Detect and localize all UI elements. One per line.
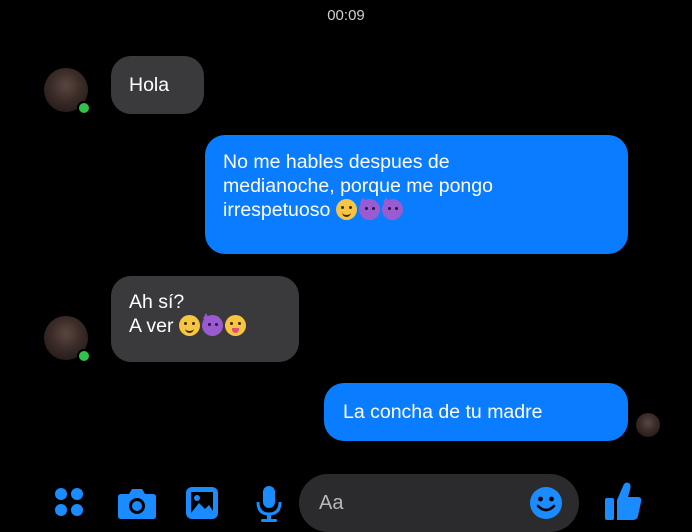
message-bubble-outgoing[interactable]: La concha de tu madre	[324, 383, 628, 441]
smirking-face-icon	[179, 315, 201, 336]
message-text: irrespetuoso	[223, 199, 331, 221]
message-text: La concha de tu madre	[343, 401, 543, 423]
smirking-face-icon	[336, 199, 358, 220]
online-status-dot	[77, 349, 91, 363]
message-text: Hola	[129, 74, 170, 96]
message-input-placeholder: Aa	[319, 492, 344, 514]
microphone-icon[interactable]	[254, 484, 284, 524]
message-bubble-outgoing[interactable]: No me hables despues de medianoche, porq…	[205, 135, 628, 254]
message-input[interactable]: Aa	[299, 474, 579, 532]
status-time: 00:09	[327, 7, 365, 24]
read-receipt-avatar	[636, 413, 660, 437]
message-text-line: medianoche, porque me pongo	[223, 175, 493, 197]
smiling-face-with-horns-icon	[382, 197, 404, 220]
message-text-line: No me hables despues de	[223, 151, 450, 173]
message-text-line: A ver	[129, 313, 299, 338]
message-bubble-incoming[interactable]: Ah sí? A ver	[111, 276, 299, 362]
message-bubble-incoming[interactable]: Hola	[111, 56, 204, 114]
smiling-face-with-horns-icon	[359, 197, 381, 220]
message-text-line: Ah sí?	[129, 291, 185, 313]
emoji-icon[interactable]	[529, 486, 563, 520]
camera-icon[interactable]	[117, 486, 157, 520]
thumbs-up-icon[interactable]	[603, 480, 643, 522]
message-text: A ver	[129, 315, 174, 337]
face-with-tongue-icon	[225, 315, 247, 336]
gallery-icon[interactable]	[184, 485, 220, 521]
online-status-dot	[77, 101, 91, 115]
grid-menu-icon[interactable]	[53, 486, 85, 518]
message-text-line: irrespetuoso	[223, 197, 628, 222]
smiling-face-with-horns-icon	[202, 313, 224, 336]
